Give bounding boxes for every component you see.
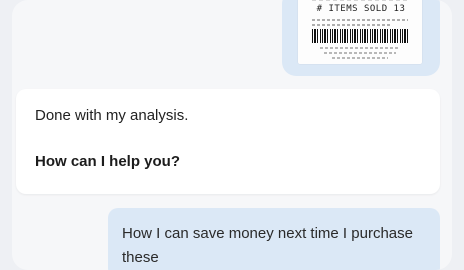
receipt-footer-text (320, 47, 400, 49)
assistant-message-text: Done with my analysis. (35, 107, 189, 124)
receipt-fine-print (312, 19, 408, 21)
assistant-message-question: How can I help you? (35, 153, 181, 170)
user-message-text: How I can save money next time I purchas… (122, 225, 413, 266)
receipt-header-text (312, 0, 408, 1)
assistant-message: Done with my analysis. How can I help yo… (16, 89, 440, 194)
receipt-footer-text (332, 57, 388, 59)
chat-thread: # ITEMS SOLD 13 Done with my analysis. H… (12, 0, 452, 270)
receipt-items-sold: # ITEMS SOLD 13 (316, 4, 406, 14)
user-image-message[interactable]: # ITEMS SOLD 13 (282, 0, 440, 76)
receipt-image[interactable]: # ITEMS SOLD 13 (298, 0, 422, 64)
user-message: How I can save money next time I purchas… (108, 208, 440, 270)
receipt-barcode (312, 29, 408, 43)
receipt-fine-print (312, 24, 392, 26)
receipt-footer-text (324, 52, 396, 54)
